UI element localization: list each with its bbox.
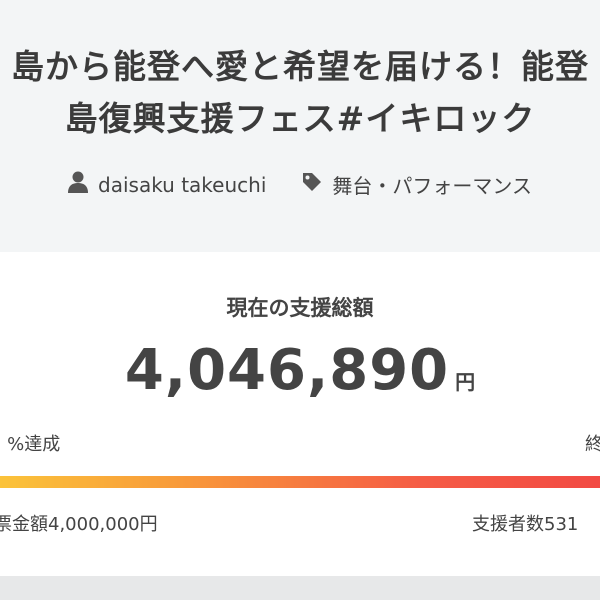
progress-bar <box>0 476 600 488</box>
person-icon <box>68 171 98 198</box>
tag-icon <box>302 172 332 197</box>
currency-unit: 円 <box>455 370 476 394</box>
project-title-line2: 島復興支援フェス#イキロック <box>64 99 536 138</box>
section-divider <box>0 576 600 600</box>
total-label: 現在の支援総額 <box>226 296 374 320</box>
project-title-line1: 島から能登へ愛と希望を届ける！能登 <box>11 47 589 86</box>
goal-amount: 票金額4,000,000円 <box>0 514 158 535</box>
author-name: daisaku takeuchi <box>98 172 267 197</box>
category-name: 舞台・パフォーマンス <box>332 174 532 198</box>
total-amount: 4,046,890 <box>124 338 450 403</box>
author-link[interactable]: daisaku takeuchi <box>68 171 266 198</box>
backer-count: 支援者数531 <box>472 514 579 535</box>
achievement-percent: 1 %達成 <box>0 434 61 455</box>
category-link[interactable]: 舞台・パフォーマンス <box>302 170 532 199</box>
project-meta: daisaku takeuchi 舞台・パフォーマンス <box>0 170 600 199</box>
remaining-label: 終 <box>585 434 600 455</box>
amount-row: 4,046,890 円 <box>0 338 600 403</box>
funding-card: 現在の支援総額 4,046,890円 1 %達成 終 票金額4,000,000円… <box>0 252 600 576</box>
project-header: 島から能登へ愛と希望を届ける！能登 島復興支援フェス#イキロック daisaku… <box>0 0 600 252</box>
progress-bar-fill <box>0 476 600 488</box>
